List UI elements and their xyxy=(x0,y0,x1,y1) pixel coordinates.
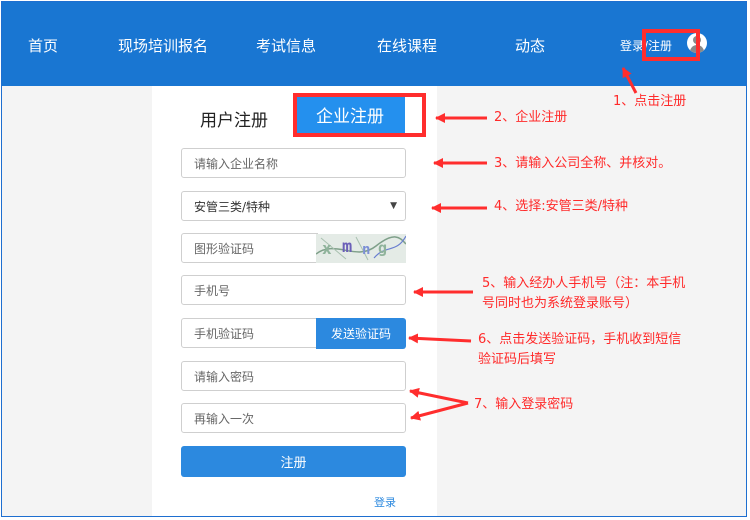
annotation-step1: 1、点击注册 xyxy=(613,94,687,109)
annotation-step6-line1: 6、点击发送验证码，手机收到短信 xyxy=(478,332,682,347)
annotation-step7: 7、输入登录密码 xyxy=(474,397,574,412)
annotation-step5-line1: 5、输入经办人手机号（注：本手机 xyxy=(482,276,686,291)
annotation-step4: 4、选择:安管三类/特种 xyxy=(494,199,629,214)
annotation-step6-line2: 验证码后填写 xyxy=(478,352,557,367)
annotation-step2: 2、企业注册 xyxy=(494,110,568,125)
annotation-step5-line2: 号同时也为系统登录账号） xyxy=(482,296,639,311)
annotation-arrows xyxy=(408,67,638,421)
screenshot-frame: 首页 现场培训报名 考试信息 在线课程 动态 登录/注册 用户注册 企业注册 请… xyxy=(1,1,747,517)
annotation-step3: 3、请输入公司全称、并核对。 xyxy=(494,156,672,171)
